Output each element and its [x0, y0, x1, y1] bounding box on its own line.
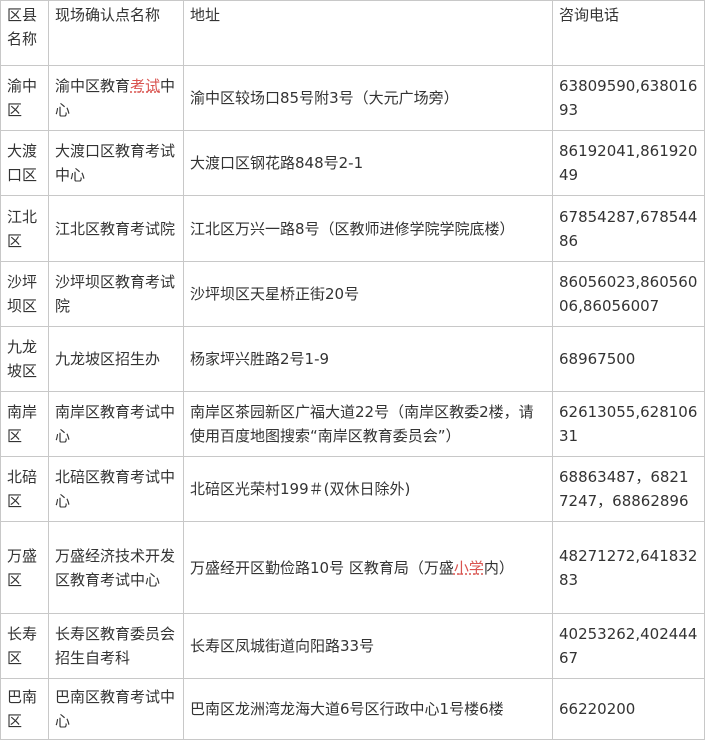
table-row: 长寿区 长寿区教育委员会招生自考科 长寿区凤城街道向阳路33号 40253262,40… — [0, 613, 705, 679]
cell-phone: 40253262,40244467 — [552, 613, 705, 679]
cell-phone: 66220200 — [552, 678, 705, 740]
header-district: 区县名称 — [0, 0, 49, 66]
table-row: 九龙坡区 九龙坡区招生办 杨家坪兴胜路2号1-9 68967500 — [0, 326, 705, 392]
site-text: 万盛经济技术开发区教育考试中心 — [55, 546, 176, 589]
district-text: 长寿区 — [7, 625, 38, 667]
address-text: 杨家坪兴胜路2号1-9 — [190, 350, 330, 368]
cell-address: 江北区万兴一路8号（区教师进修学院学院底楼） — [183, 195, 553, 262]
address-text: 南岸区茶园新区广福大道22号（南岸区教委2楼，请使用百度地图搜索“南岸区教育委员… — [190, 403, 534, 445]
site-highlight: 考试 — [130, 77, 161, 95]
phone-text: 67854287,67854486 — [559, 207, 698, 250]
cell-site: 南岸区教育考试中心 — [48, 391, 184, 457]
table-row: 巴南区 巴南区教育考试中心 巴南区龙洲湾龙海大道6号区行政中心1号楼6楼 662202… — [0, 678, 705, 740]
address-text: 长寿区凤城街道向阳路33号 — [190, 637, 375, 655]
confirmation-sites-table: 区县名称 现场确认点名称 地址 咨询电话 渝中区 渝中区教育考试中心 渝中区较场口8… — [0, 0, 705, 740]
phone-text: 63809590,63801693 — [559, 77, 698, 119]
district-text: 渝中区 — [7, 77, 38, 119]
phone-text: 66220200 — [559, 700, 636, 718]
phone-text: 86192041,86192049 — [559, 142, 698, 184]
address-text: 江北区万兴一路8号（区教师进修学院学院底楼） — [190, 219, 515, 238]
address-text: 北碚区光荣村199＃(双休日除外) — [190, 480, 411, 498]
cell-district: 沙坪坝区 — [0, 261, 49, 327]
cell-address: 巴南区龙洲湾龙海大道6号区行政中心1号楼6楼 — [183, 678, 553, 740]
cell-phone: 68863487，68217247，68862896 — [552, 456, 705, 522]
site-text: 南岸区教育考试中心 — [55, 403, 176, 445]
cell-district: 九龙坡区 — [0, 326, 49, 392]
site-text: 沙坪坝区教育考试院 — [55, 273, 176, 315]
district-text: 北碚区 — [7, 468, 38, 510]
address-text: 万盛经开区勤俭路10号 区教育局（万盛 — [190, 558, 454, 577]
table-row: 渝中区 渝中区教育考试中心 渝中区较场口85号附3号（大元广场旁） 63809590,… — [0, 65, 705, 131]
cell-site: 沙坪坝区教育考试院 — [48, 261, 184, 327]
district-text: 巴南区 — [7, 688, 38, 730]
cell-address: 长寿区凤城街道向阳路33号 — [183, 613, 553, 679]
header-phone: 咨询电话 — [552, 0, 705, 66]
district-text: 大渡口区 — [7, 142, 38, 184]
phone-text: 62613055,62810631 — [559, 403, 698, 445]
site-text: 江北区教育考试院 — [55, 219, 176, 238]
header-site: 现场确认点名称 — [48, 0, 184, 66]
cell-district: 大渡口区 — [0, 130, 49, 196]
cell-site: 长寿区教育委员会招生自考科 — [48, 613, 184, 679]
header-address: 地址 — [183, 0, 553, 66]
cell-district: 北碚区 — [0, 456, 49, 522]
address-text: 内） — [483, 558, 514, 577]
cell-address: 大渡口区钢花路848号2-1 — [183, 130, 553, 196]
table-row: 大渡口区 大渡口区教育考试中心 大渡口区钢花路848号2-1 86192041,861… — [0, 130, 705, 196]
phone-text: 40253262,40244467 — [559, 625, 698, 667]
district-text: 万盛区 — [7, 546, 38, 589]
table-row: 江北区 江北区教育考试院 江北区万兴一路8号（区教师进修学院学院底楼） 6785428… — [0, 195, 705, 262]
address-highlight: 小学 — [453, 558, 484, 577]
cell-district: 长寿区 — [0, 613, 49, 679]
cell-phone: 63809590,63801693 — [552, 65, 705, 131]
cell-address: 渝中区较场口85号附3号（大元广场旁） — [183, 65, 553, 131]
phone-text: 68863487，68217247，68862896 — [559, 468, 689, 510]
cell-phone: 86192041,86192049 — [552, 130, 705, 196]
cell-address: 北碚区光荣村199＃(双休日除外) — [183, 456, 553, 522]
district-text: 江北区 — [7, 207, 38, 250]
cell-site: 巴南区教育考试中心 — [48, 678, 184, 740]
cell-phone: 86056023,86056006,86056007 — [552, 261, 705, 327]
cell-district: 渝中区 — [0, 65, 49, 131]
site-text: 九龙坡区招生办 — [55, 350, 161, 368]
site-text: 长寿区教育委员会招生自考科 — [55, 625, 176, 667]
cell-address: 万盛经开区勤俭路10号 区教育局（万盛小学内） — [183, 521, 553, 614]
district-text: 沙坪坝区 — [7, 273, 38, 315]
phone-text: 86056023,86056006,86056007 — [559, 273, 698, 315]
district-text: 九龙坡区 — [7, 338, 38, 380]
cell-phone: 67854287,67854486 — [552, 195, 705, 262]
cell-site: 万盛经济技术开发区教育考试中心 — [48, 521, 184, 614]
cell-district: 南岸区 — [0, 391, 49, 457]
table-row: 万盛区 万盛经济技术开发区教育考试中心 万盛经开区勤俭路10号 区教育局（万盛小学内… — [0, 521, 705, 614]
phone-text: 48271272,64183283 — [559, 546, 698, 589]
address-text: 渝中区较场口85号附3号（大元广场旁） — [190, 89, 459, 107]
cell-address: 沙坪坝区天星桥正街20号 — [183, 261, 553, 327]
site-text: 北碚区教育考试中心 — [55, 468, 176, 510]
cell-site: 渝中区教育考试中心 — [48, 65, 184, 131]
table-row: 北碚区 北碚区教育考试中心 北碚区光荣村199＃(双休日除外) 68863487，68… — [0, 456, 705, 522]
cell-address: 南岸区茶园新区广福大道22号（南岸区教委2楼，请使用百度地图搜索“南岸区教育委员… — [183, 391, 553, 457]
cell-district: 江北区 — [0, 195, 49, 262]
address-text: 巴南区龙洲湾龙海大道6号区行政中心1号楼6楼 — [190, 700, 504, 718]
site-text: 渝中区教育 — [55, 77, 131, 95]
cell-site: 北碚区教育考试中心 — [48, 456, 184, 522]
cell-site: 九龙坡区招生办 — [48, 326, 184, 392]
cell-address: 杨家坪兴胜路2号1-9 — [183, 326, 553, 392]
cell-district: 巴南区 — [0, 678, 49, 740]
table-row: 南岸区 南岸区教育考试中心 南岸区茶园新区广福大道22号（南岸区教委2楼，请使用百度… — [0, 391, 705, 457]
site-text: 巴南区教育考试中心 — [55, 688, 176, 730]
site-text: 大渡口区教育考试中心 — [55, 142, 176, 184]
cell-district: 万盛区 — [0, 521, 49, 614]
cell-site: 江北区教育考试院 — [48, 195, 184, 262]
phone-text: 68967500 — [559, 350, 636, 368]
cell-site: 大渡口区教育考试中心 — [48, 130, 184, 196]
cell-phone: 48271272,64183283 — [552, 521, 705, 614]
district-text: 南岸区 — [7, 403, 38, 445]
address-text: 大渡口区钢花路848号2-1 — [190, 154, 364, 172]
table-header-row: 区县名称 现场确认点名称 地址 咨询电话 — [0, 0, 705, 66]
address-text: 沙坪坝区天星桥正街20号 — [190, 285, 360, 303]
cell-phone: 62613055,62810631 — [552, 391, 705, 457]
table-row: 沙坪坝区 沙坪坝区教育考试院 沙坪坝区天星桥正街20号 86056023,860560… — [0, 261, 705, 327]
cell-phone: 68967500 — [552, 326, 705, 392]
